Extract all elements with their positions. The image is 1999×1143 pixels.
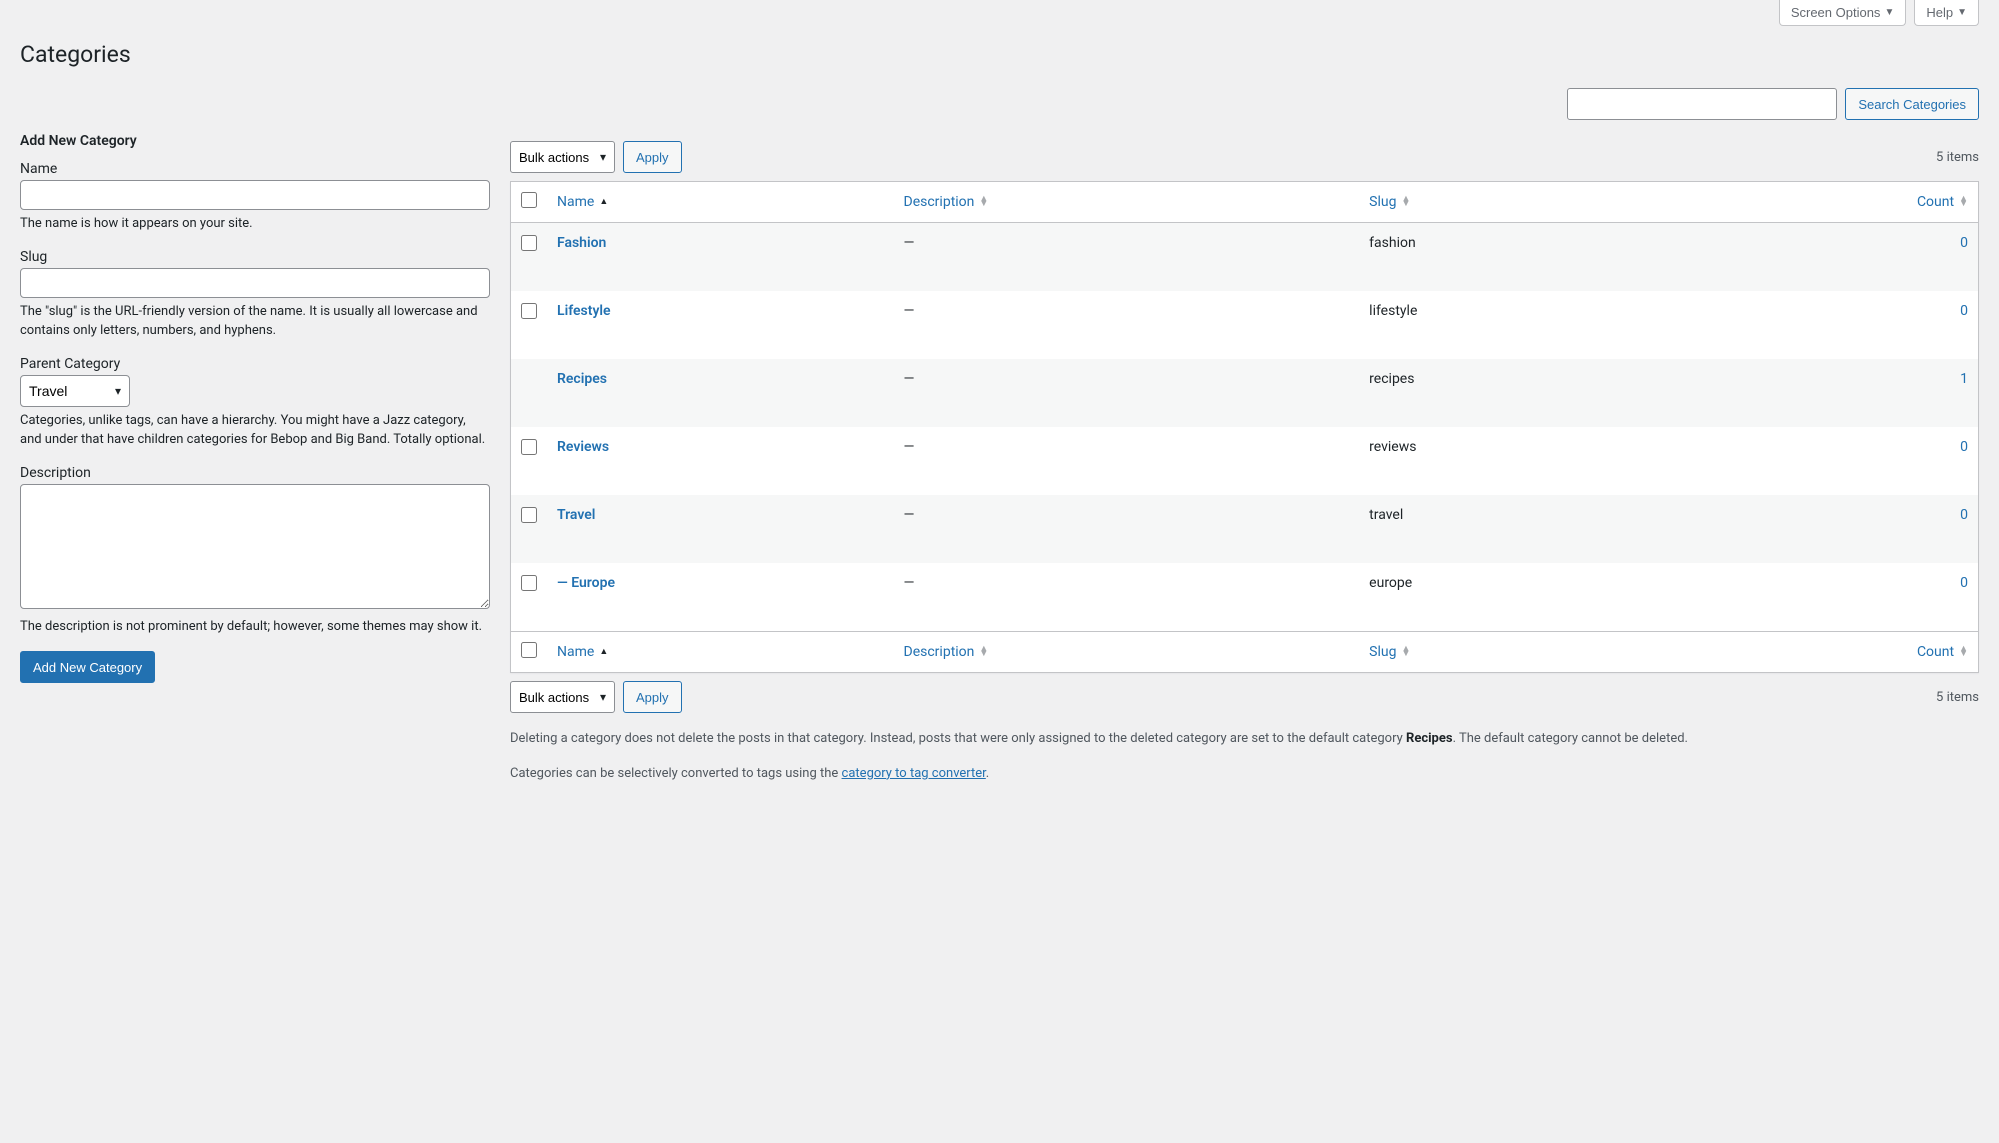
select-all-bottom-checkbox[interactable]	[521, 642, 537, 658]
parent-category-select[interactable]: Travel	[20, 375, 130, 407]
add-category-button[interactable]: Add New Category	[20, 651, 155, 683]
category-count-link[interactable]: 1	[1960, 371, 1968, 387]
table-row: — Europe —europe 0	[511, 563, 1978, 631]
category-count-link[interactable]: 0	[1960, 303, 1968, 319]
help-label: Help	[1926, 5, 1953, 20]
apply-top-button[interactable]: Apply	[623, 141, 682, 173]
name-help: The name is how it appears on your site.	[20, 214, 490, 234]
table-row: Fashion —fashion 0	[511, 223, 1978, 291]
bulk-actions-top-select[interactable]: Bulk actions	[510, 141, 615, 173]
category-slug: fashion	[1359, 223, 1662, 291]
category-count-link[interactable]: 0	[1960, 507, 1968, 523]
category-slug: europe	[1359, 563, 1662, 631]
col-slug-sort-foot[interactable]: Slug▲▼	[1369, 644, 1410, 660]
chevron-down-icon: ▼	[1884, 7, 1894, 18]
parent-category-help: Categories, unlike tags, can have a hier…	[20, 411, 490, 450]
category-description: —	[894, 223, 1360, 291]
sort-indicator-icon: ▲▼	[979, 647, 988, 657]
sort-indicator-icon: ▲▼	[1959, 197, 1968, 207]
apply-bottom-button[interactable]: Apply	[623, 681, 682, 713]
category-slug: lifestyle	[1359, 291, 1662, 359]
sort-indicator-icon: ▲	[599, 650, 608, 655]
search-categories-button[interactable]: Search Categories	[1845, 88, 1979, 120]
category-name-link[interactable]: Recipes	[557, 371, 607, 387]
sort-indicator-icon: ▲	[599, 200, 608, 205]
category-name-link[interactable]: — Europe	[557, 575, 615, 591]
row-checkbox[interactable]	[521, 439, 537, 455]
table-row: Travel —travel 0	[511, 495, 1978, 563]
bulk-actions-bottom-select[interactable]: Bulk actions	[510, 681, 615, 713]
description-help: The description is not prominent by defa…	[20, 617, 490, 637]
page-title: Categories	[20, 41, 1979, 68]
category-slug: recipes	[1359, 359, 1662, 427]
category-slug: travel	[1359, 495, 1662, 563]
name-field[interactable]	[20, 180, 490, 210]
category-description: —	[894, 359, 1360, 427]
col-description-sort-foot[interactable]: Description▲▼	[904, 644, 989, 660]
col-name-sort[interactable]: Name▲	[557, 194, 608, 210]
slug-field[interactable]	[20, 268, 490, 298]
items-count-bottom: 5 items	[1936, 690, 1979, 705]
category-count-link[interactable]: 0	[1960, 575, 1968, 591]
col-count-sort[interactable]: Count▲▼	[1917, 194, 1968, 210]
sort-indicator-icon: ▲▼	[979, 197, 988, 207]
delete-note: Deleting a category does not delete the …	[510, 729, 1979, 750]
screen-options-button[interactable]: Screen Options ▼	[1779, 0, 1907, 26]
category-description: —	[894, 495, 1360, 563]
category-description: —	[894, 563, 1360, 631]
category-name-link[interactable]: Fashion	[557, 235, 606, 251]
help-button[interactable]: Help ▼	[1914, 0, 1979, 26]
category-count-link[interactable]: 0	[1960, 235, 1968, 251]
category-to-tag-converter-link[interactable]: category to tag converter	[842, 766, 986, 781]
category-name-link[interactable]: Lifestyle	[557, 303, 611, 319]
search-input[interactable]	[1567, 88, 1837, 120]
screen-options-label: Screen Options	[1791, 5, 1881, 20]
category-count-link[interactable]: 0	[1960, 439, 1968, 455]
table-row: Recipes —recipes 1	[511, 359, 1978, 427]
col-name-sort-foot[interactable]: Name▲	[557, 644, 608, 660]
row-checkbox[interactable]	[521, 575, 537, 591]
col-count-sort-foot[interactable]: Count▲▼	[1917, 644, 1968, 660]
name-label: Name	[20, 161, 490, 177]
converter-note: Categories can be selectively converted …	[510, 764, 1979, 785]
table-row: Reviews —reviews 0	[511, 427, 1978, 495]
category-description: —	[894, 291, 1360, 359]
category-slug: reviews	[1359, 427, 1662, 495]
form-heading: Add New Category	[20, 133, 490, 149]
row-checkbox[interactable]	[521, 507, 537, 523]
sort-indicator-icon: ▲▼	[1959, 647, 1968, 657]
col-description-sort[interactable]: Description▲▼	[904, 194, 989, 210]
sort-indicator-icon: ▲▼	[1401, 647, 1410, 657]
row-checkbox[interactable]	[521, 235, 537, 251]
table-row: Lifestyle —lifestyle 0	[511, 291, 1978, 359]
description-field[interactable]	[20, 484, 490, 609]
category-description: —	[894, 427, 1360, 495]
parent-category-label: Parent Category	[20, 356, 490, 372]
category-name-link[interactable]: Reviews	[557, 439, 609, 455]
description-label: Description	[20, 465, 490, 481]
select-all-top-checkbox[interactable]	[521, 192, 537, 208]
sort-indicator-icon: ▲▼	[1401, 197, 1410, 207]
col-slug-sort[interactable]: Slug▲▼	[1369, 194, 1410, 210]
category-name-link[interactable]: Travel	[557, 507, 595, 523]
items-count-top: 5 items	[1936, 150, 1979, 165]
row-checkbox[interactable]	[521, 303, 537, 319]
slug-label: Slug	[20, 249, 490, 265]
slug-help: The "slug" is the URL-friendly version o…	[20, 302, 490, 341]
chevron-down-icon: ▼	[1957, 7, 1967, 18]
